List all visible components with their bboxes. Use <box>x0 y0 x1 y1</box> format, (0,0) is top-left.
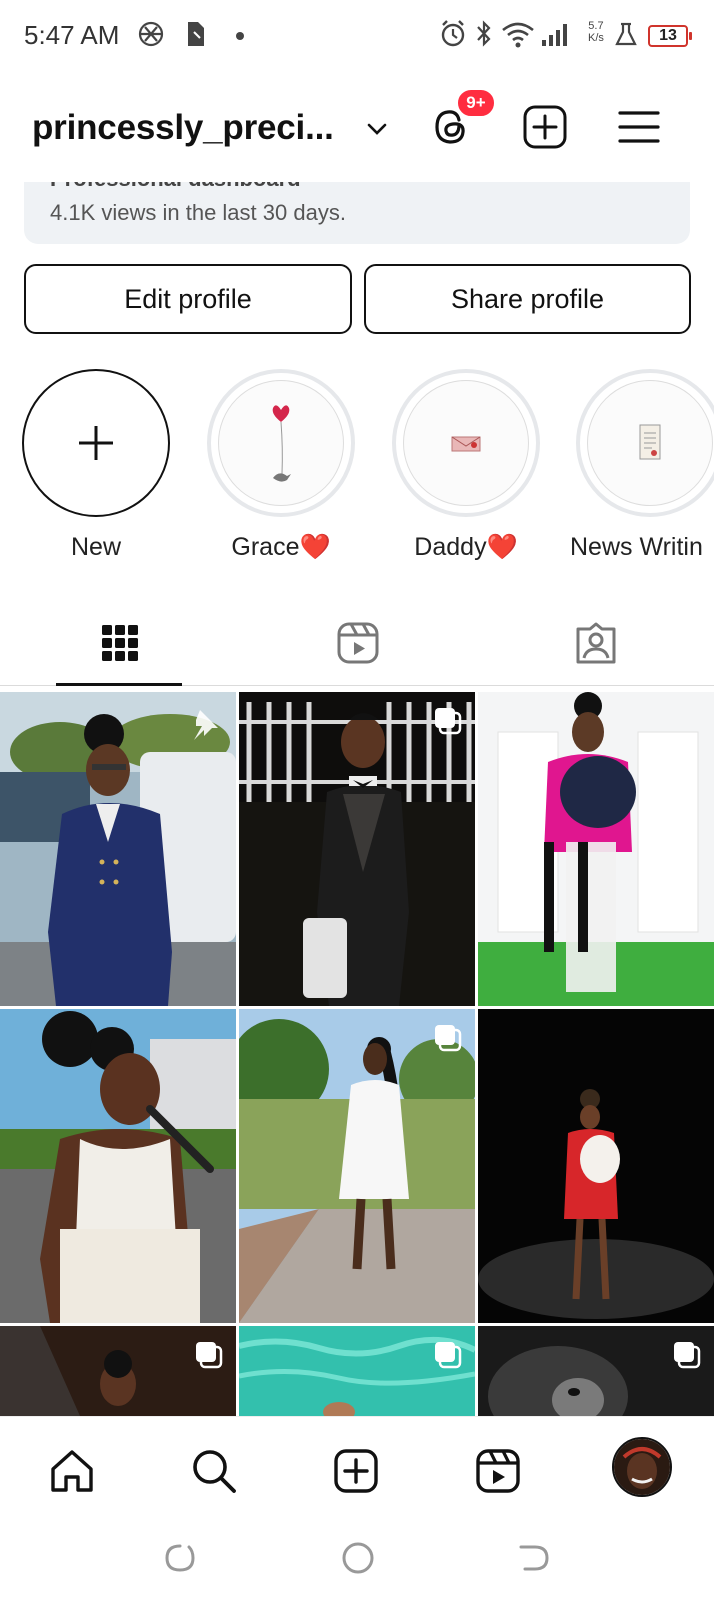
professional-dashboard[interactable]: Professional dashboard 4.1K views in the… <box>24 182 690 244</box>
profile-avatar[interactable] <box>612 1437 672 1497</box>
speed-value: 5.7 <box>588 20 604 32</box>
multiple-posts-icon <box>435 1025 462 1052</box>
home-button[interactable] <box>336 1536 380 1580</box>
signal-icon <box>540 18 570 55</box>
pin-icon <box>194 710 218 740</box>
recents-button[interactable] <box>158 1536 202 1580</box>
multiple-posts-icon <box>196 1342 223 1369</box>
create-icon <box>334 1449 378 1493</box>
back-button[interactable] <box>512 1536 556 1580</box>
highlight-grace[interactable]: Grace❤️ <box>206 369 356 562</box>
edit-profile-button[interactable]: Edit profile <box>24 264 352 334</box>
bottom-navigation <box>0 1416 714 1516</box>
highlight-label: New <box>70 533 121 561</box>
grid-icon <box>102 625 138 661</box>
battery-icon: 13 <box>648 25 692 47</box>
envelope-icon <box>451 436 481 452</box>
multiple-posts-icon <box>435 1342 462 1369</box>
scroll-icon <box>639 424 661 460</box>
network-speed: 5.7 K/s <box>588 20 604 44</box>
post-thumbnail[interactable] <box>478 1326 714 1416</box>
post-thumbnail[interactable] <box>0 1009 236 1323</box>
multiple-posts-icon <box>674 1342 701 1369</box>
highlight-ring[interactable] <box>576 369 714 517</box>
tagged-icon <box>576 622 616 664</box>
post-image <box>478 1009 714 1323</box>
post-thumbnail[interactable] <box>0 1326 236 1416</box>
status-time: 5:47 AM <box>24 20 120 50</box>
highlight-label: News Writin <box>570 533 703 561</box>
alarm-icon <box>438 18 468 55</box>
profile-header: princessly_preci... 9+ <box>0 82 714 172</box>
post-thumbnail[interactable] <box>239 692 475 1006</box>
reels-tab[interactable] <box>470 1443 526 1499</box>
home-tab[interactable] <box>44 1443 100 1499</box>
flask-icon <box>614 18 638 55</box>
post-image <box>239 1009 475 1323</box>
profile-tabs <box>0 606 714 686</box>
post-thumbnail[interactable] <box>239 1326 475 1416</box>
search-tab[interactable] <box>186 1443 242 1499</box>
home-circle-icon <box>342 1542 374 1574</box>
new-post-icon[interactable] <box>520 102 570 152</box>
post-image <box>239 692 475 1006</box>
system-navigation <box>0 1516 714 1599</box>
post-thumbnail[interactable] <box>239 1009 475 1323</box>
notification-dot <box>236 32 244 40</box>
active-tab-indicator <box>56 683 182 686</box>
openai-icon <box>136 18 166 55</box>
post-image <box>0 1009 236 1323</box>
chevron-down-icon[interactable] <box>352 104 402 154</box>
tab-tagged[interactable] <box>566 618 626 668</box>
reels-icon <box>337 622 379 664</box>
highlight-label: Grace❤️ <box>231 533 331 561</box>
sim-icon <box>184 18 206 55</box>
post-thumbnail[interactable] <box>0 692 236 1006</box>
tab-reels[interactable] <box>328 618 388 668</box>
dashboard-views: 4.1K views in the last 30 days. <box>50 200 346 225</box>
highlight-new[interactable]: New <box>21 369 171 562</box>
notification-badge: 9+ <box>456 88 496 118</box>
bluetooth-icon <box>474 18 494 55</box>
highlight-cover <box>218 380 344 506</box>
recents-icon <box>165 1544 195 1572</box>
home-icon <box>51 1450 93 1492</box>
wifi-icon <box>500 18 536 55</box>
highlight-ring[interactable] <box>392 369 540 517</box>
tab-grid[interactable] <box>90 618 150 668</box>
speed-unit: K/s <box>588 32 604 44</box>
highlight-news-writing[interactable]: News Writin <box>570 369 714 562</box>
avatar-image <box>614 1439 670 1495</box>
highlight-new-ring[interactable] <box>22 369 170 517</box>
search-icon <box>193 1450 236 1493</box>
back-icon <box>519 1545 549 1571</box>
multiple-posts-icon <box>435 708 462 735</box>
post-thumbnail[interactable] <box>478 692 714 1006</box>
post-thumbnail[interactable] <box>478 1009 714 1323</box>
highlight-cover <box>403 380 529 506</box>
share-profile-button[interactable]: Share profile <box>364 264 691 334</box>
create-tab[interactable] <box>328 1443 384 1499</box>
battery-level: 13 <box>659 27 677 44</box>
username[interactable]: princessly_preci... <box>32 108 334 148</box>
menu-icon[interactable] <box>614 102 664 152</box>
highlight-daddy[interactable]: Daddy❤️ <box>391 369 541 562</box>
post-image <box>478 692 714 1006</box>
highlight-cover <box>587 380 713 506</box>
status-bar: 5:47 AM 5.7 K/s 13 <box>0 0 714 72</box>
balloon-bird-icon <box>272 405 291 482</box>
plus-icon <box>79 426 113 460</box>
reels-icon <box>476 1449 520 1493</box>
posts-grid <box>0 692 714 1416</box>
dashboard-title: Professional dashboard <box>50 182 301 192</box>
highlight-label: Daddy❤️ <box>414 533 518 561</box>
highlight-ring[interactable] <box>207 369 355 517</box>
